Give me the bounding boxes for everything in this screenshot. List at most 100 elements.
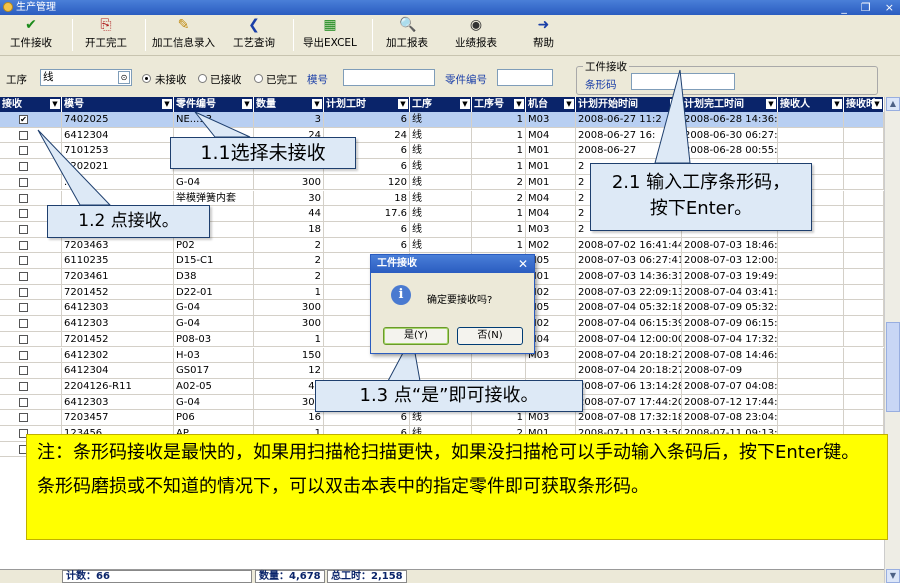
filter-dropdown-icon[interactable]: ▼	[398, 99, 408, 109]
receive-checkbox[interactable]: ✔	[19, 115, 28, 124]
model-input[interactable]	[343, 69, 435, 86]
dialog-yes-button[interactable]: 是(Y)	[383, 327, 449, 345]
chevron-down-icon[interactable]: ⊙	[118, 71, 130, 84]
receive-checkbox[interactable]	[19, 240, 28, 250]
receive-checkbox[interactable]	[19, 272, 28, 281]
maximize-button[interactable]: ❐	[861, 0, 871, 15]
column-header[interactable]: 模号 ▼	[62, 97, 174, 112]
table-cell: 2	[472, 174, 526, 190]
process-select[interactable]: 线 ⊙	[40, 69, 132, 86]
toolbar-button-6[interactable]: ◉ 业绩报表	[455, 17, 497, 50]
filter-dropdown-icon[interactable]: ▼	[460, 99, 470, 109]
table-cell: 2008-07-04 20:18:27	[578, 347, 682, 363]
column-header[interactable]: 计划完工时间 ▼	[682, 97, 778, 112]
table-cell: 1	[254, 284, 324, 300]
table-cell: 7203463	[62, 237, 174, 253]
receive-checkbox[interactable]	[19, 397, 28, 407]
receive-checkbox[interactable]	[19, 224, 28, 234]
toolbar-button-3[interactable]: ❮ 工艺查询	[233, 17, 275, 50]
toolbar-label: 业绩报表	[455, 37, 497, 49]
column-header[interactable]: 接收人 ▼	[778, 97, 844, 112]
table-cell: 2	[254, 253, 324, 268]
filter-dropdown-icon[interactable]: ▼	[564, 99, 574, 109]
column-header[interactable]: 接收时 ▼	[844, 97, 884, 112]
toolbar-button-4[interactable]: ▦ 导出EXCEL	[303, 17, 357, 50]
toolbar-button-2[interactable]: ✎ 加工信息录入	[152, 17, 215, 50]
receive-checkbox[interactable]	[19, 303, 28, 313]
minimize-button[interactable]: _	[841, 0, 847, 15]
receive-checkbox[interactable]	[19, 130, 28, 140]
toolbar-button-7[interactable]: ➜ 帮助	[533, 17, 554, 50]
toolbar-button-1[interactable]: ⎘ 开工完工	[85, 17, 127, 50]
filter-dropdown-icon[interactable]: ▼	[766, 99, 776, 109]
receive-checkbox[interactable]	[19, 209, 28, 219]
receive-checkbox[interactable]	[19, 146, 28, 156]
filter-dropdown-icon[interactable]: ▼	[514, 99, 524, 109]
table-cell: 40	[254, 378, 324, 394]
receive-checkbox[interactable]	[19, 256, 28, 266]
table-row[interactable]: 6412304 24 24 线 1 M04 2008-06-27 16: 2008-06-30…	[0, 127, 884, 144]
table-cell: 举模弹簧内套	[174, 190, 254, 206]
receive-checkbox[interactable]	[19, 413, 28, 423]
table-cell	[844, 112, 884, 127]
filter-dropdown-icon[interactable]: ▼	[242, 99, 252, 109]
toolbar-icon: ✎	[177, 17, 190, 33]
column-header[interactable]: 工序 ▼	[410, 97, 472, 112]
table-cell: 17.6	[324, 206, 410, 221]
receive-checkbox[interactable]	[19, 193, 28, 203]
radio-unreceived[interactable]	[142, 74, 151, 83]
receive-checkbox[interactable]	[19, 319, 28, 329]
filter-dropdown-icon[interactable]: ▼	[162, 99, 172, 109]
column-header[interactable]: 接收 ▼	[0, 97, 62, 112]
dialog-no-button[interactable]: 否(N)	[457, 327, 523, 345]
filter-dropdown-icon[interactable]: ▼	[670, 99, 680, 109]
scroll-down-icon[interactable]: ▼	[886, 569, 900, 583]
radio-completed[interactable]	[254, 74, 263, 83]
close-button[interactable]: ×	[885, 0, 894, 15]
column-header-label: 接收人	[780, 99, 810, 110]
table-cell: 300	[254, 316, 324, 331]
table-cell	[778, 300, 844, 316]
receive-checkbox[interactable]	[19, 287, 28, 297]
table-cell: 2008-07-02 16:41:44	[578, 237, 682, 253]
column-header[interactable]: 机台 ▼	[526, 97, 576, 112]
table-cell	[844, 127, 884, 143]
toolbar-icon: ▦	[323, 17, 337, 33]
receive-checkbox[interactable]	[19, 381, 28, 391]
table-cell: 6412303	[62, 394, 174, 410]
column-header[interactable]: 零件编号 ▼	[174, 97, 254, 112]
table-cell	[844, 347, 884, 363]
column-header[interactable]: 数量 ▼	[254, 97, 324, 112]
radio-received[interactable]	[198, 74, 207, 83]
filter-dropdown-icon[interactable]: ▼	[312, 99, 322, 109]
scroll-up-icon[interactable]: ▲	[886, 97, 900, 111]
receive-checkbox[interactable]	[19, 162, 28, 172]
receive-checkbox[interactable]	[19, 366, 28, 376]
table-cell: 2008-07-04 06:15:39	[578, 316, 682, 331]
scroll-thumb[interactable]	[886, 322, 900, 412]
toolbar-button-5[interactable]: 🔍 加工报表	[386, 17, 428, 50]
column-header[interactable]: 计划开始时间 ▼	[576, 97, 682, 112]
table-cell: 1	[472, 221, 526, 237]
receive-cell	[0, 347, 62, 363]
filter-dropdown-icon[interactable]: ▼	[832, 99, 842, 109]
table-cell: 2008-06-28 14:36:31	[684, 112, 778, 127]
toolbar-button-0[interactable]: ✔ 工件接收	[10, 17, 52, 50]
receive-cell	[0, 127, 62, 143]
column-header-label: 工序号	[474, 99, 504, 110]
table-row[interactable]: ✔ 7402025 NE...93 3 6 线 1 M03 2008-06-27 11:2 200…	[0, 112, 884, 128]
receive-checkbox[interactable]	[19, 334, 28, 344]
filter-dropdown-icon[interactable]: ▼	[872, 99, 882, 109]
receive-checkbox[interactable]	[19, 350, 28, 360]
table-row[interactable]: 7203457 P06 16 6 线 1 M03 2008-07-08 17:32:18 200…	[0, 410, 884, 426]
table-row[interactable]: 6412304 GS017 12 2008-07-04 20:18:27 2008-07…	[0, 363, 884, 379]
column-header[interactable]: 工序号 ▼	[472, 97, 526, 112]
receive-checkbox[interactable]	[19, 177, 28, 187]
part-input[interactable]	[497, 69, 553, 86]
barcode-input[interactable]	[631, 73, 735, 90]
filter-dropdown-icon[interactable]: ▼	[50, 99, 60, 109]
table-row[interactable]: 7203463 P02 2 6 线 1 M02 2008-07-02 16:41:44 2008…	[0, 237, 884, 254]
dialog-close-icon[interactable]: ✕	[518, 255, 528, 273]
column-header[interactable]: 计划工时 ▼	[324, 97, 410, 112]
table-row[interactable]: 7101253 6 线 1 M01 2008-06-27 2008-06-28 00:55:…	[0, 143, 884, 160]
